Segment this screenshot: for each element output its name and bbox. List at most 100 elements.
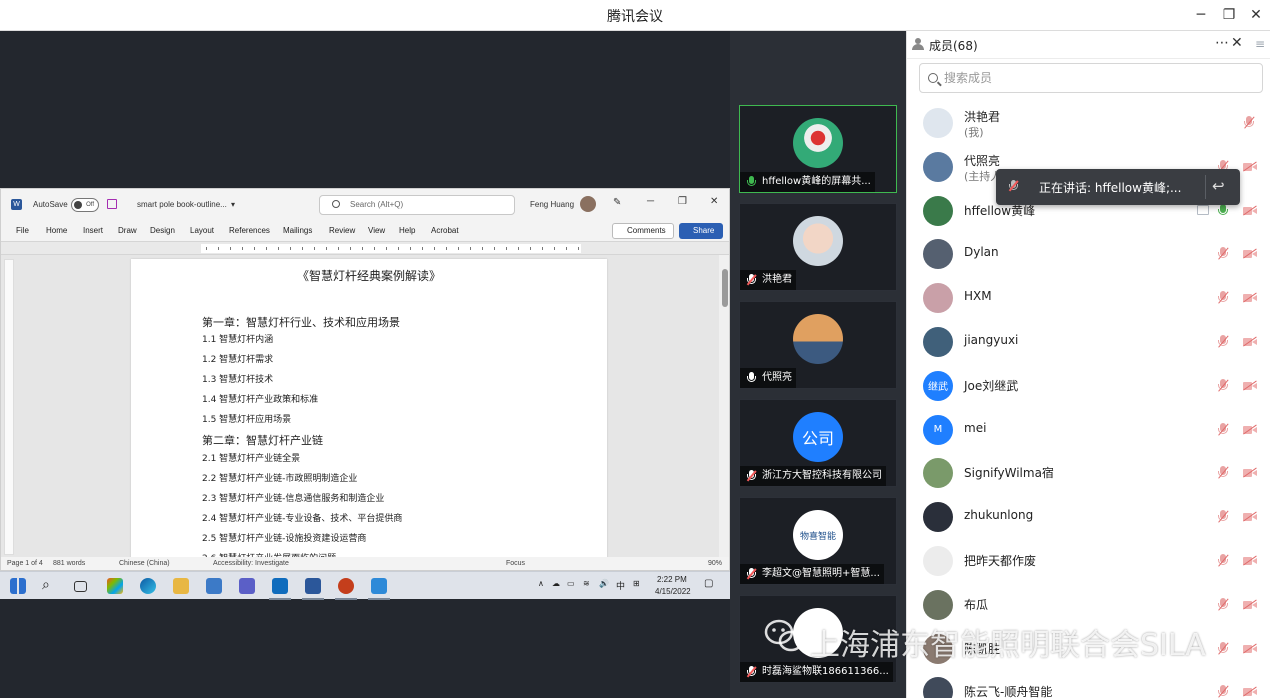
camera-off-icon[interactable] [1243,424,1257,435]
meeting-app-icon[interactable] [368,578,390,600]
member-search[interactable] [919,63,1263,93]
chevron-down-icon[interactable]: ▾ [231,200,235,209]
teams-icon[interactable] [239,578,255,594]
member-row[interactable]: 洪艳君 (我) [907,101,1270,145]
close-window-button[interactable]: ✕ [1246,6,1266,26]
video-tile[interactable]: 物喜智能 李超文@智慧照明+智慧... [739,497,897,585]
camera-off-icon[interactable] [1243,643,1257,654]
return-arrow-icon[interactable]: ↩ [1212,177,1225,195]
word-search-box[interactable]: Search (Alt+Q) [319,195,515,215]
account-name[interactable]: Feng Huang [530,200,574,209]
member-row[interactable]: Dylan [907,232,1270,276]
autosave-toggle[interactable]: Off [71,198,99,212]
word-taskbar-icon[interactable] [302,578,324,600]
document-scrollbar[interactable] [719,255,729,557]
mic-muted-icon[interactable] [1243,116,1255,130]
member-row[interactable]: 把昨天都作废 [907,539,1270,583]
video-tile[interactable]: hffellow黄峰的屏幕共... [739,105,897,193]
share-button[interactable]: Share [679,223,723,239]
tab-design[interactable]: Design [150,226,175,235]
ime-indicator[interactable]: 中 [616,579,625,592]
chevron-up-icon[interactable]: ∧ [538,579,544,588]
mic-muted-icon[interactable] [1217,378,1229,393]
mic-muted-icon[interactable] [1217,247,1229,261]
mic-muted-icon[interactable] [1217,422,1229,437]
keyboard-icon[interactable]: ⊞ [633,579,640,588]
word-minimize-button[interactable]: ─ [647,196,654,207]
comments-button[interactable]: Comments [612,223,674,239]
member-row[interactable]: 陈云飞-顺舟智能 [907,670,1270,698]
more-options-icon[interactable]: ⋯ [1215,35,1230,51]
camera-off-icon[interactable] [1243,292,1257,303]
cloud-icon[interactable]: ☁ [552,579,560,588]
tab-references[interactable]: References [229,226,270,235]
member-row[interactable]: SignifyWilma宿 [907,451,1270,495]
powerpoint-icon[interactable] [335,578,357,600]
member-row[interactable]: Mmei [907,408,1270,452]
widgets-icon[interactable] [107,578,123,594]
photos-icon[interactable] [206,578,222,594]
member-search-input[interactable] [944,69,1244,87]
windows-start-icon[interactable] [10,578,26,594]
page-count[interactable]: Page 1 of 4 [7,560,43,567]
word-close-button[interactable]: ✕ [710,196,718,207]
notification-icon[interactable]: ▢ [704,578,713,589]
focus-button[interactable]: Focus [506,560,525,567]
member-row[interactable]: jiangyuxi [907,320,1270,364]
camera-off-icon[interactable] [1243,380,1257,391]
mic-muted-icon[interactable] [1217,510,1229,524]
zoom-level[interactable]: 90% [708,560,722,567]
hamburger-menu-icon[interactable]: ≡ [1255,37,1265,51]
tab-review[interactable]: Review [329,226,355,235]
accessibility-status[interactable]: Accessibility: Investigate [213,560,289,567]
document-page[interactable]: 《智慧灯杆经典案例解读》 第一章：智慧灯杆行业、技术和应用场景 1.1 智慧灯杆内… [131,259,607,564]
tab-view[interactable]: View [368,226,385,235]
tab-layout[interactable]: Layout [190,226,214,235]
outlook-icon[interactable] [269,578,291,600]
member-row[interactable]: 继武 Joe刘继武 [907,364,1270,408]
mic-muted-icon[interactable] [1217,291,1229,305]
camera-off-icon[interactable] [1243,511,1257,522]
tab-help[interactable]: Help [399,226,415,235]
document-filename[interactable]: smart pole book-outline... [137,200,227,209]
camera-off-icon[interactable] [1243,161,1257,172]
camera-off-icon[interactable] [1243,555,1257,566]
word-count[interactable]: 881 words [53,560,85,567]
camera-off-icon[interactable] [1243,205,1257,216]
member-row[interactable]: zhukunlong [907,495,1270,539]
clock-date[interactable]: 4/15/2022 [655,587,691,596]
wifi-icon[interactable]: ≋ [583,579,590,588]
tab-home[interactable]: Home [46,226,67,235]
camera-off-icon[interactable] [1243,599,1257,610]
camera-off-icon[interactable] [1243,467,1257,479]
volume-icon[interactable]: 🔊 [599,579,609,588]
tab-draw[interactable]: Draw [118,226,137,235]
language-indicator[interactable]: Chinese (China) [119,560,170,567]
video-tile[interactable]: 代照亮 [739,301,897,389]
mic-muted-icon[interactable] [1217,554,1229,568]
camera-off-icon[interactable] [1243,686,1257,698]
tab-acrobat[interactable]: Acrobat [431,226,459,235]
tab-insert[interactable]: Insert [83,226,103,235]
mic-muted-icon[interactable] [1217,685,1229,698]
file-explorer-icon[interactable] [173,578,189,594]
save-icon[interactable] [107,199,117,209]
task-view-icon[interactable] [74,581,87,592]
mic-muted-icon[interactable] [1217,335,1229,349]
camera-off-icon[interactable] [1243,248,1257,260]
word-restore-button[interactable]: ❐ [678,196,687,207]
search-icon[interactable]: ⌕ [42,576,50,593]
minimize-button[interactable]: ─ [1191,6,1211,26]
clock-time[interactable]: 2:22 PM [657,575,687,584]
video-tile[interactable]: 洪艳君 [739,203,897,291]
member-row[interactable]: HXM [907,276,1270,320]
maximize-button[interactable]: ❐ [1219,6,1239,26]
mic-muted-icon[interactable] [1217,597,1229,612]
avatar[interactable] [580,196,596,212]
camera-off-icon[interactable] [1243,336,1257,347]
close-panel-icon[interactable]: ✕ [1231,35,1243,51]
tab-mailings[interactable]: Mailings [283,226,312,235]
display-icon[interactable]: ▭ [567,579,575,588]
tab-file[interactable]: File [16,226,29,235]
mic-muted-icon[interactable] [1217,641,1229,656]
